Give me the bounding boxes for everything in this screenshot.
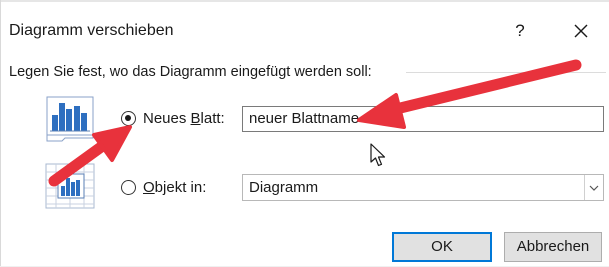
object-in-label[interactable]: Objekt in:	[143, 179, 206, 196]
object-in-select[interactable]: Diagramm	[242, 174, 604, 201]
instruction-text: Legen Sie fest, wo das Diagramm eingefüg…	[9, 64, 372, 80]
close-button[interactable]	[566, 16, 596, 46]
close-icon	[574, 24, 588, 38]
new-sheet-label-rest: latt:	[200, 110, 225, 127]
mouse-pointer-icon	[370, 143, 386, 167]
group-divider	[406, 72, 606, 73]
object-in-radio[interactable]	[121, 180, 136, 195]
new-sheet-label-text: Neues	[143, 110, 191, 127]
new-sheet-radio[interactable]	[121, 111, 136, 126]
help-button[interactable]: ?	[505, 16, 535, 46]
chevron-down-icon	[589, 185, 599, 191]
radio-selected-dot	[125, 115, 131, 121]
window-top-edge	[0, 0, 609, 2]
window-left-edge	[0, 0, 1, 267]
cancel-button[interactable]: Abbrechen	[504, 232, 602, 262]
ok-button[interactable]: OK	[392, 232, 492, 262]
new-sheet-label[interactable]: Neues Blatt:	[143, 110, 225, 127]
new-sheet-label-accelerator: B	[190, 110, 201, 127]
move-chart-dialog: Diagramm verschieben ? Legen Sie fest, w…	[0, 0, 609, 267]
object-in-label-rest: bjekt in:	[154, 179, 207, 196]
embedded-chart-icon	[44, 162, 96, 212]
new-sheet-chart-icon	[44, 95, 96, 145]
object-in-label-accelerator: O	[143, 179, 155, 196]
dialog-title: Diagramm verschieben	[9, 22, 174, 39]
new-sheet-name-input[interactable]: neuer Blattname	[242, 106, 604, 132]
object-in-select-value: Diagramm	[249, 179, 319, 196]
dropdown-toggle[interactable]	[584, 175, 603, 200]
